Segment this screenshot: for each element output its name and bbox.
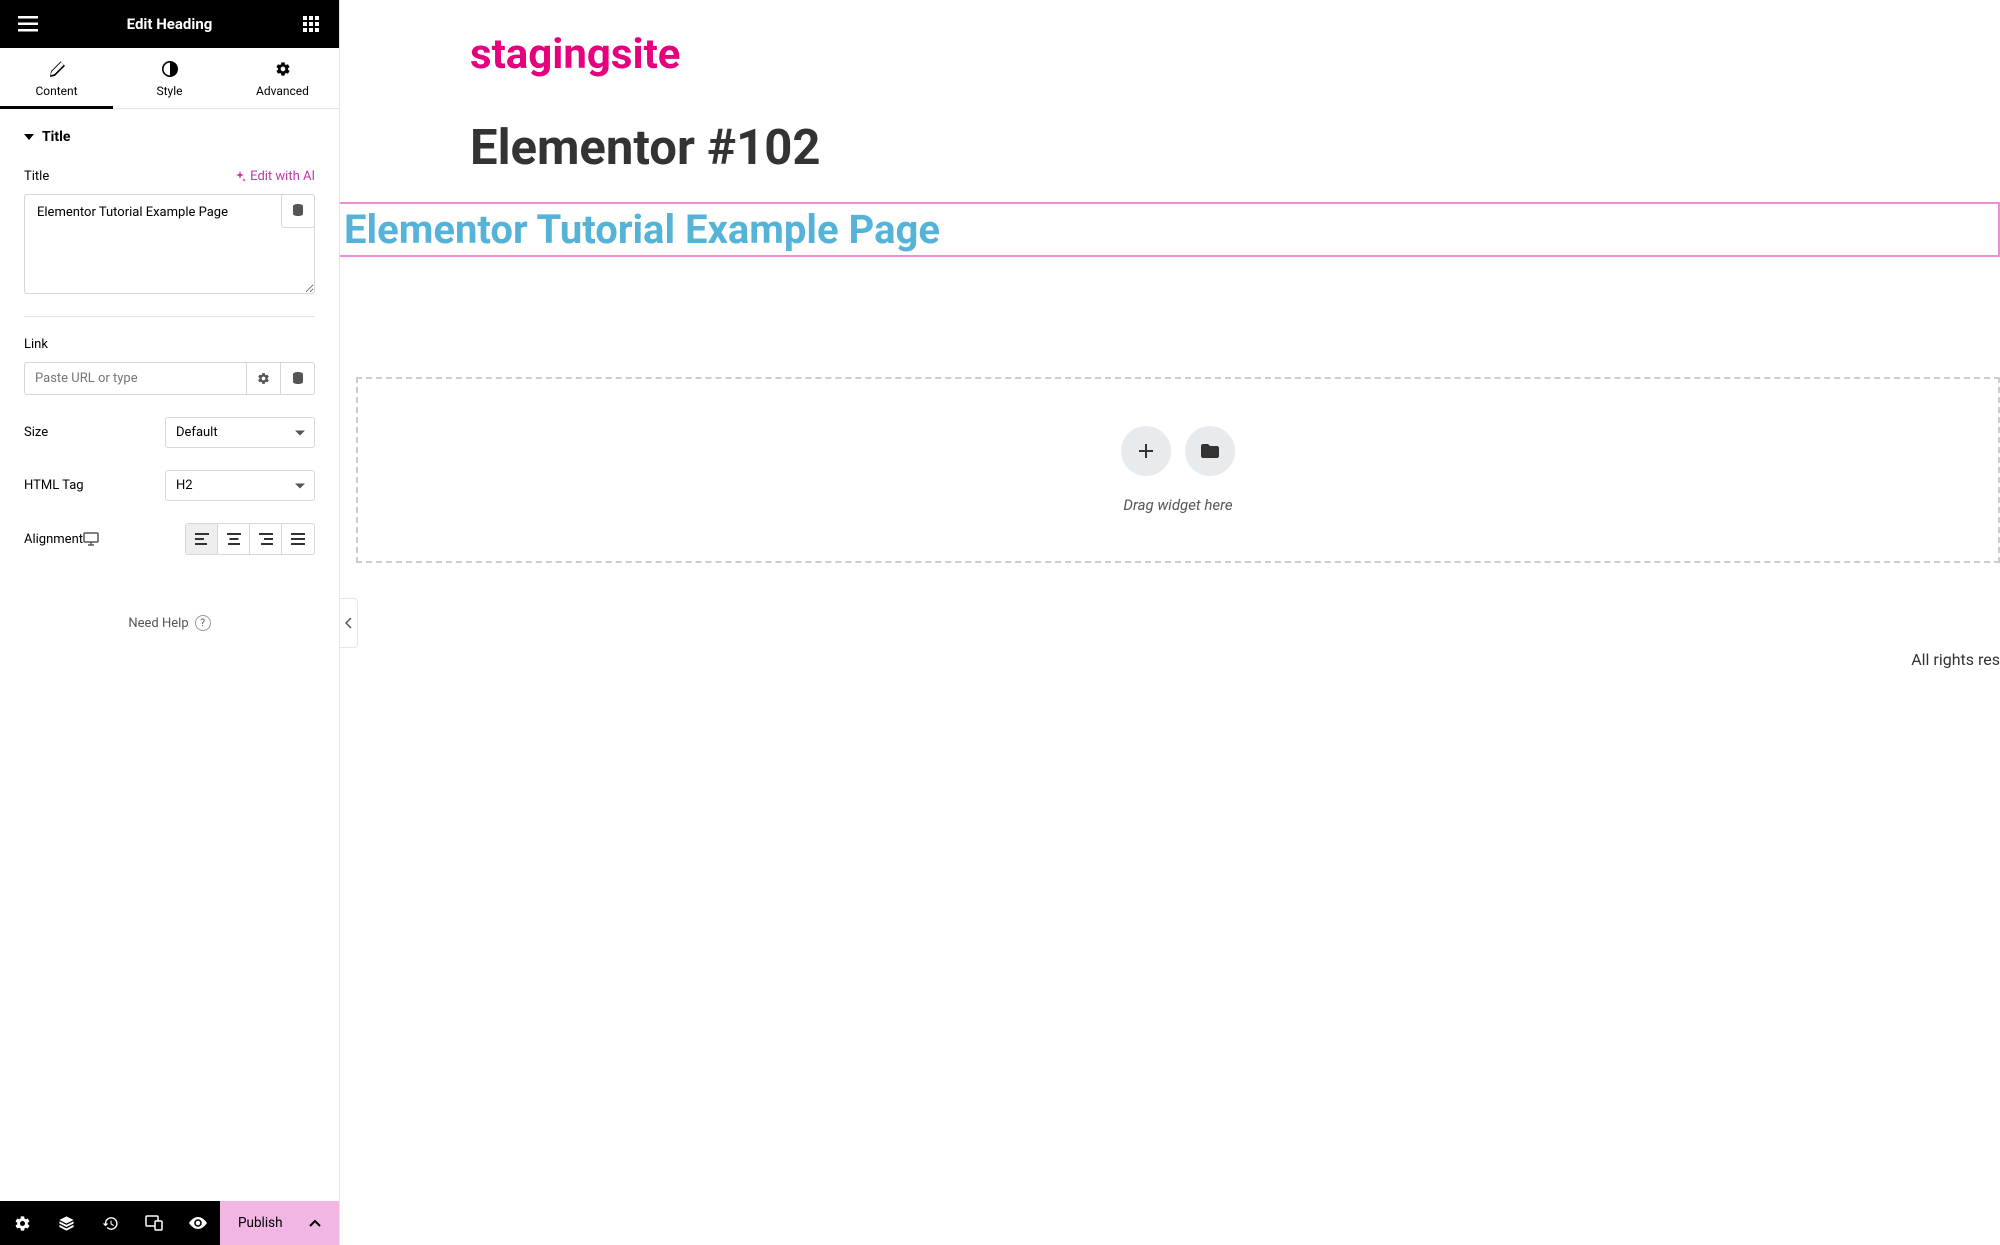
align-right-icon (259, 533, 273, 545)
responsive-mode-button[interactable] (132, 1201, 176, 1245)
empty-section[interactable]: Drag widget here (356, 377, 2000, 563)
chevron-up-icon (309, 1219, 321, 1227)
tab-content-label: Content (35, 84, 77, 98)
heading-widget-selected[interactable]: Elementor Tutorial Example Page (340, 202, 2000, 257)
panel-footer: Publish (0, 1201, 339, 1245)
folder-icon (1201, 444, 1219, 458)
caret-down-icon (24, 134, 34, 140)
panel-tabs: Content Style Advanced (0, 48, 339, 109)
plus-icon (1138, 443, 1154, 459)
link-input[interactable] (24, 362, 247, 395)
link-options-button[interactable] (247, 362, 281, 395)
align-left-icon (195, 533, 209, 545)
question-icon: ? (195, 615, 211, 631)
tab-advanced[interactable]: Advanced (226, 48, 339, 108)
alignment-buttons (185, 523, 315, 555)
alignment-label: Alignment (24, 532, 83, 547)
add-template-button[interactable] (1185, 426, 1235, 476)
layers-icon (58, 1215, 75, 1232)
grid-icon (303, 16, 319, 32)
align-justify-button[interactable] (282, 524, 314, 554)
pencil-icon (48, 60, 66, 78)
htmltag-select[interactable]: H2 (165, 470, 315, 501)
control-title: Title Edit with AI Elementor Tutorial Ex… (24, 169, 315, 294)
history-icon (102, 1215, 119, 1232)
database-icon (292, 204, 304, 218)
database-icon (292, 372, 304, 386)
title-textarea[interactable]: Elementor Tutorial Example Page (24, 194, 315, 294)
footer-text: All rights res (1911, 650, 2000, 669)
align-justify-icon (291, 533, 305, 545)
editor-canvas[interactable]: stagingsite Elementor #102 Elementor Tut… (340, 0, 2000, 1245)
contrast-icon (161, 60, 179, 78)
settings-button[interactable] (0, 1201, 44, 1245)
gear-icon (257, 372, 270, 385)
hamburger-menu-button[interactable] (16, 12, 40, 36)
divider (24, 316, 315, 317)
align-center-button[interactable] (218, 524, 250, 554)
devices-icon (145, 1215, 163, 1231)
link-label: Link (24, 337, 48, 352)
page-title: Elementor #102 (470, 119, 2000, 176)
control-size: Size Default (24, 417, 315, 448)
panel-body: Title Title Edit with AI Elementor Tutor… (0, 109, 339, 1201)
edit-with-ai-link[interactable]: Edit with AI (234, 169, 315, 184)
history-button[interactable] (88, 1201, 132, 1245)
align-right-button[interactable] (250, 524, 282, 554)
navigator-button[interactable] (44, 1201, 88, 1245)
edit-with-ai-label: Edit with AI (250, 169, 315, 184)
title-label: Title (24, 169, 49, 184)
publish-label: Publish (238, 1215, 283, 1231)
hamburger-icon (18, 16, 38, 32)
section-title-toggle[interactable]: Title (24, 129, 315, 145)
apps-grid-button[interactable] (299, 12, 323, 36)
chevron-left-icon (345, 617, 352, 629)
tab-content[interactable]: Content (0, 48, 113, 108)
dynamic-tags-button[interactable] (281, 194, 315, 228)
need-help-link[interactable]: Need Help ? (24, 615, 315, 631)
gear-icon (274, 60, 292, 78)
control-alignment: Alignment (24, 523, 315, 555)
align-center-icon (227, 533, 241, 545)
sparkle-icon (234, 171, 246, 183)
panel-title: Edit Heading (127, 15, 213, 33)
tab-style-label: Style (156, 84, 182, 98)
site-title[interactable]: stagingsite (470, 30, 2000, 79)
control-htmltag: HTML Tag H2 (24, 470, 315, 501)
htmltag-label: HTML Tag (24, 478, 84, 493)
eye-icon (189, 1217, 207, 1229)
tab-style[interactable]: Style (113, 48, 226, 108)
publish-button[interactable]: Publish (220, 1201, 339, 1245)
align-left-button[interactable] (186, 524, 218, 554)
size-select[interactable]: Default (165, 417, 315, 448)
heading-text[interactable]: Elementor Tutorial Example Page (344, 206, 1992, 253)
panel-header: Edit Heading (0, 0, 339, 48)
drop-hint-text: Drag widget here (1123, 496, 1232, 514)
add-section-button[interactable] (1121, 426, 1171, 476)
desktop-icon (83, 532, 99, 546)
tab-advanced-label: Advanced (256, 84, 309, 98)
control-link: Link (24, 337, 315, 395)
preview-button[interactable] (176, 1201, 220, 1245)
section-title-label: Title (42, 129, 70, 145)
size-label: Size (24, 425, 48, 440)
gear-icon (14, 1215, 31, 1232)
responsive-button[interactable] (83, 532, 99, 546)
need-help-label: Need Help (128, 616, 188, 631)
collapse-panel-button[interactable] (340, 598, 358, 648)
editor-panel: Edit Heading Content Style Advanced (0, 0, 340, 1245)
link-dynamic-button[interactable] (281, 362, 315, 395)
